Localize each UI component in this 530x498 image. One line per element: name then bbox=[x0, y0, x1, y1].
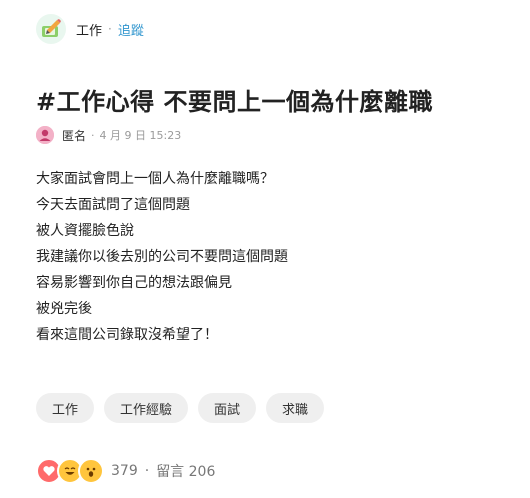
forum-logo-icon[interactable] bbox=[36, 14, 66, 44]
tag-chip[interactable]: 工作 bbox=[36, 393, 95, 423]
avatar-icon[interactable] bbox=[36, 126, 54, 144]
post-timestamp: 4 月 9 日 15:23 bbox=[99, 129, 182, 142]
forum-header: 工作 · 追蹤 bbox=[36, 12, 144, 46]
author-name[interactable]: 匿名 bbox=[62, 127, 86, 144]
body-line: 今天去面試問了這個問題 bbox=[36, 197, 190, 213]
comment-count[interactable]: 留言 206 bbox=[156, 461, 215, 481]
separator: · bbox=[144, 463, 150, 479]
body-line: 被人資擺臉色說 bbox=[36, 223, 134, 239]
tag-chip[interactable]: 求職 bbox=[266, 393, 325, 423]
post-stats: 379 · 留言 206 bbox=[36, 458, 215, 484]
post-meta: 匿名 · 4 月 9 日 15:23 bbox=[36, 124, 181, 146]
post-body: 大家面試會問上一個人為什麼離職嗎？ 今天去面試問了這個問題 被人資擺臉色說 我建… bbox=[36, 166, 506, 348]
body-line: 我建議你以後去別的公司不要問這個問題 bbox=[36, 249, 288, 265]
body-line: 容易影響到你自己的想法跟偏見 bbox=[36, 275, 232, 291]
forum-name[interactable]: 工作 bbox=[76, 20, 102, 39]
reaction-count: 379 bbox=[111, 463, 138, 479]
tag-list: 工作 工作經驗 面試 求職 bbox=[36, 393, 325, 423]
body-line: 看來這間公司錄取沒希望了！ bbox=[36, 327, 218, 343]
body-line: 大家面試會問上一個人為什麼離職嗎？ bbox=[36, 171, 274, 187]
tag-chip[interactable]: 面試 bbox=[198, 393, 257, 423]
body-line: 被兇完後 bbox=[36, 301, 92, 317]
follow-button[interactable]: 追蹤 bbox=[118, 20, 144, 39]
wow-reaction-icon bbox=[78, 458, 104, 484]
separator: · bbox=[108, 22, 112, 36]
separator: · bbox=[91, 128, 95, 142]
post-title: #工作心得 不要問上一個為什麼離職 bbox=[36, 88, 433, 116]
tag-chip[interactable]: 工作經驗 bbox=[104, 393, 189, 423]
reaction-icons[interactable] bbox=[36, 458, 104, 484]
